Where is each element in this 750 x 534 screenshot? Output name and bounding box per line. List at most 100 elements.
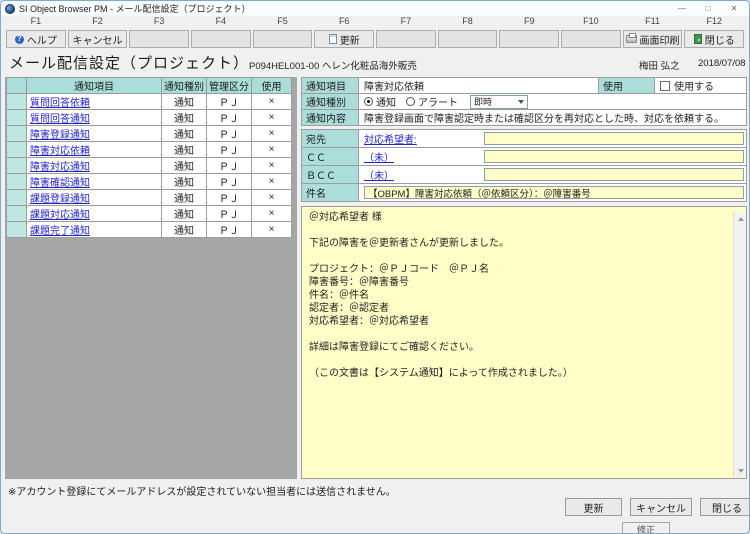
table-row[interactable]: 障害確認通知通知ＰＪ× — [7, 174, 292, 190]
item-cell: 課題登録通知 — [27, 190, 162, 206]
content-label: 通知内容 — [301, 109, 359, 126]
bcc-label: ＢＣＣ — [301, 165, 359, 184]
fkey-button-f4 — [191, 30, 251, 48]
table-row[interactable]: 課題対応通知通知ＰＪ× — [7, 206, 292, 222]
category-cell: ＰＪ — [207, 174, 252, 190]
date-label: 2018/07/08 — [698, 58, 746, 69]
use-cell: × — [252, 206, 292, 222]
column-header-use: 使用 — [252, 78, 292, 94]
to-link[interactable]: 対応希望者: — [364, 135, 417, 146]
radio-notify[interactable] — [364, 97, 373, 106]
app-window: SI Object Browser PM - メール配信設定（プロジェクト） —… — [0, 0, 750, 534]
row-selector-cell[interactable] — [7, 126, 27, 142]
category-cell: ＰＪ — [207, 158, 252, 174]
selector-column-header — [7, 78, 27, 94]
notification-table-body: 質問回答依頼通知ＰＪ×質問回答通知通知ＰＪ×障害登録通知通知ＰＪ×障害対応依頼通… — [7, 94, 292, 238]
category-cell: ＰＪ — [207, 190, 252, 206]
row-selector-cell[interactable] — [7, 110, 27, 126]
cancel-button[interactable]: キャンセル — [630, 498, 692, 516]
fkey-label-f8: F8 — [437, 16, 499, 29]
notification-item-link[interactable]: 質問回答通知 — [30, 114, 90, 125]
notification-item-link[interactable]: 課題対応通知 — [30, 210, 90, 221]
scroll-down-icon[interactable] — [734, 464, 747, 477]
fkey-button-f8 — [438, 30, 498, 48]
use-cell: × — [252, 222, 292, 238]
mail-body-textarea[interactable]: ＠対応希望者 様 下記の障害を＠更新者さんが更新しました。 プロジェクト：＠ＰＪ… — [301, 206, 747, 479]
minimize-icon[interactable]: — — [669, 1, 695, 16]
fkey-button-f1[interactable]: ヘルプ — [6, 30, 66, 48]
fkey-button-f3 — [129, 30, 189, 48]
fkey-button-f6[interactable]: 更新 — [314, 30, 374, 48]
notification-item-link[interactable]: 障害対応依頼 — [30, 146, 90, 157]
table-row[interactable]: 障害対応依頼通知ＰＪ× — [7, 142, 292, 158]
bcc-input[interactable] — [484, 168, 744, 181]
print-icon — [626, 35, 637, 43]
table-row[interactable]: 課題完了通知 通知ＰＪ× — [7, 222, 292, 238]
item-cell: 質問回答通知 — [27, 110, 162, 126]
fkey-label-f11: F11 — [622, 16, 684, 29]
radio-alert-label: アラート — [418, 94, 458, 109]
fkey-button-f5 — [253, 30, 313, 48]
body-scrollbar[interactable] — [733, 212, 746, 477]
column-header-type: 通知種別 — [162, 78, 207, 94]
use-label: 使用 — [599, 77, 655, 94]
row-selector-cell[interactable] — [7, 94, 27, 110]
type-cell: 通知 — [162, 94, 207, 110]
fkey-label-f10: F10 — [560, 16, 622, 29]
notification-item-link[interactable]: 課題登録通知 — [30, 194, 90, 205]
radio-alert[interactable] — [406, 97, 415, 106]
row-selector-cell[interactable] — [7, 174, 27, 190]
table-row[interactable]: 障害対応通知通知ＰＪ× — [7, 158, 292, 174]
notification-item-link[interactable]: 障害確認通知 — [30, 178, 90, 189]
type-cell: 通知 — [162, 206, 207, 222]
update-button[interactable]: 更新 — [565, 498, 622, 516]
notification-item-link[interactable]: 障害登録通知 — [30, 130, 90, 141]
row-selector-cell[interactable] — [7, 158, 27, 174]
table-row[interactable]: 質問回答依頼通知ＰＪ× — [7, 94, 292, 110]
category-cell: ＰＪ — [207, 222, 252, 238]
row-selector-cell[interactable] — [7, 142, 27, 158]
type-cell: 通知 — [162, 142, 207, 158]
type-cell: 通知 — [162, 174, 207, 190]
fkey-button-f7 — [376, 30, 436, 48]
notification-item-link[interactable]: 質問回答依頼 — [30, 98, 90, 109]
type-cell: 通知 — [162, 222, 207, 238]
fkey-label-f1: F1 — [5, 16, 67, 29]
item-cell: 障害対応依頼 — [27, 142, 162, 158]
timing-dropdown[interactable]: 即時 — [470, 95, 528, 109]
notification-item-link[interactable]: 課題完了通知 — [30, 226, 90, 237]
fkey-labels: F1F2F3F4F5F6F7F8F9F10F11F12 — [1, 16, 749, 29]
row-selector-cell[interactable] — [7, 206, 27, 222]
table-row[interactable]: 質問回答通知通知ＰＪ× — [7, 110, 292, 126]
fkey-button-f12[interactable]: 閉じる — [684, 30, 744, 48]
fkey-button-f11[interactable]: 画面印刷 — [623, 30, 683, 48]
type-cell: 通知 — [162, 190, 207, 206]
row-selector-cell[interactable] — [7, 190, 27, 206]
scroll-up-icon[interactable] — [734, 212, 747, 225]
table-row[interactable]: 障害登録通知通知ＰＪ× — [7, 126, 292, 142]
subject-cell: 【OBPM】障害対応依頼（＠依頼区分）：＠障害番号 — [359, 183, 747, 202]
user-name: 梅田 弘之 — [639, 58, 680, 72]
use-checkbox[interactable] — [660, 81, 670, 91]
row-selector-cell[interactable] — [7, 222, 27, 238]
cc-input[interactable] — [484, 150, 744, 163]
maximize-icon[interactable]: □ — [695, 1, 721, 16]
to-input[interactable] — [484, 132, 744, 145]
fkey-label-f3: F3 — [128, 16, 190, 29]
table-row[interactable]: 課題登録通知通知ＰＪ× — [7, 190, 292, 206]
bcc-link[interactable]: （未） — [364, 171, 394, 182]
close-icon — [694, 34, 702, 44]
close-window-icon[interactable]: ✕ — [721, 1, 747, 16]
close-button[interactable]: 閉じる — [700, 498, 750, 516]
notification-item-link[interactable]: 障害対応通知 — [30, 162, 90, 173]
help-icon — [15, 35, 24, 44]
bcc-row: ＢＣＣ （未） — [301, 165, 747, 184]
type-label: 通知種別 — [301, 93, 359, 110]
subject-input[interactable]: 【OBPM】障害対応依頼（＠依頼区分）：＠障害番号 — [364, 186, 744, 199]
fkey-label-f5: F5 — [252, 16, 314, 29]
cc-link[interactable]: （未） — [364, 153, 394, 164]
fkey-button-f2[interactable]: キャンセル — [68, 30, 128, 48]
page-header: メール配信設定（プロジェクト） P094HEL001-00 ヘレン化粧品海外販売… — [1, 49, 749, 76]
item-value: 障害対応依頼 — [359, 77, 599, 94]
item-label: 通知項目 — [301, 77, 359, 94]
